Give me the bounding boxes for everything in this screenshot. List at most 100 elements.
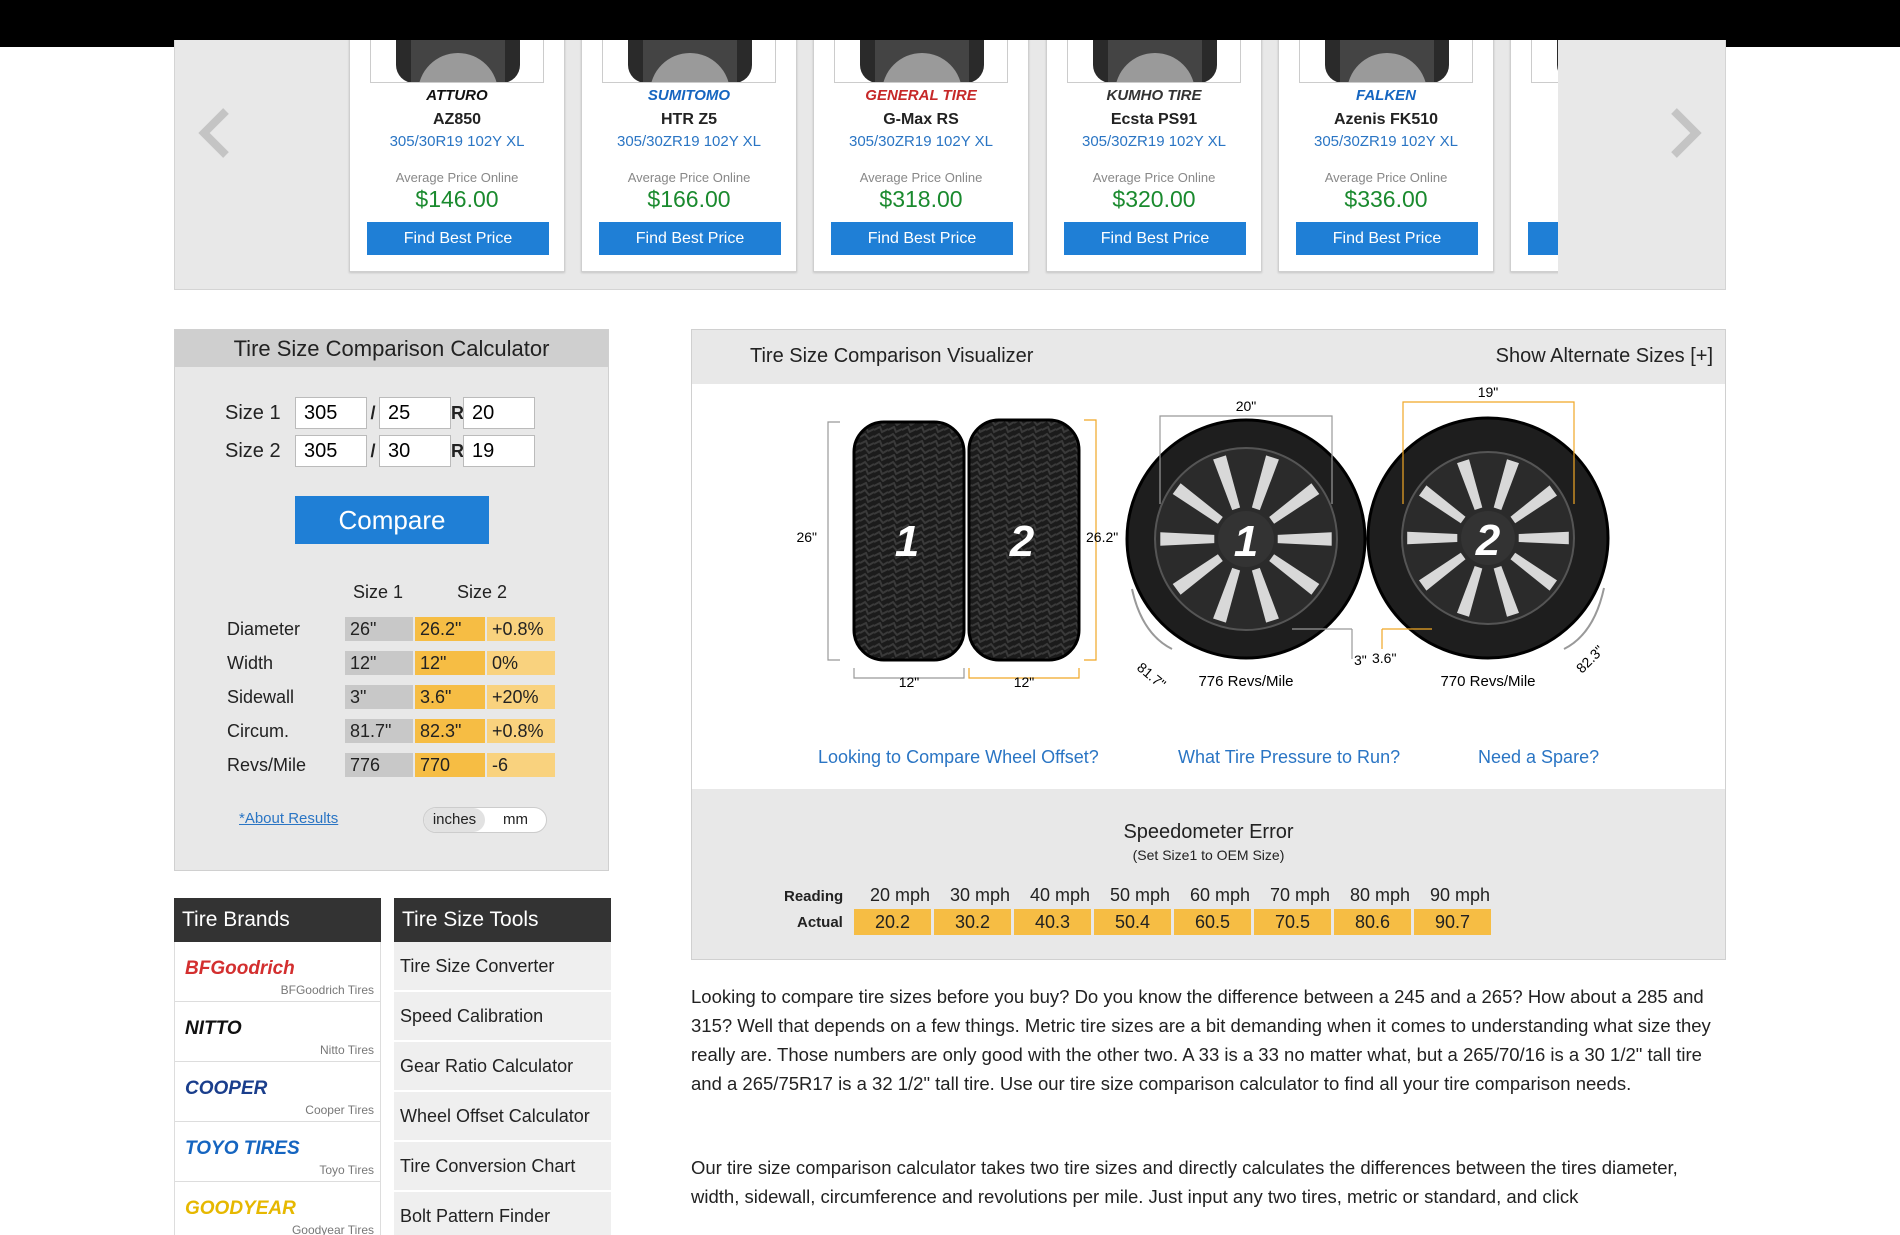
tire-diagram: 1 2 26" 26.2" 12" 12" 1 20" 81.7" 3" 776… — [796, 384, 1610, 692]
tire-visualizer: Tire Size Comparison Visualizer Show Alt… — [691, 329, 1726, 960]
size2-aspect-input[interactable] — [379, 435, 451, 467]
product-card[interactable]: KUMHO TIRE Ecsta PS91 305/30ZR19 102Y XL Av… — [1046, 40, 1262, 272]
tire-size-link[interactable]: 305/30ZR19 102Y XL — [1047, 133, 1261, 150]
carousel-next-button[interactable] — [1655, 98, 1715, 168]
size2-row: Size 2 / R — [225, 434, 535, 468]
size2-width-input[interactable] — [295, 435, 367, 467]
reading-label: Reading — [784, 888, 844, 905]
tire-size-link[interactable]: 305/30R19 102Y XL — [350, 133, 564, 150]
size1-rim-input[interactable] — [463, 397, 535, 429]
find-best-price-button[interactable]: Find Best Price — [1296, 222, 1478, 255]
brand-caption: Nitto Tires — [319, 1043, 374, 1057]
brand-caption: Toyo Tires — [319, 1163, 374, 1177]
tire-image — [1067, 40, 1241, 83]
size1-aspect-input[interactable] — [379, 397, 451, 429]
actual-label: Actual — [797, 914, 843, 931]
compare-button[interactable]: Compare — [295, 496, 489, 544]
tool-link[interactable]: Wheel Offset Calculator — [394, 1092, 611, 1142]
speed-actual: 90.7 — [1414, 909, 1491, 935]
avg-price-label: Average Price Online — [395, 170, 519, 185]
tire2-side-view: 2 — [967, 418, 1081, 662]
tool-link[interactable]: Gear Ratio Calculator — [394, 1042, 611, 1092]
tire-pressure-link[interactable]: What Tire Pressure to Run? — [1178, 747, 1400, 768]
tire-model: AZ850 — [432, 111, 482, 128]
brand-logo: SUMITOMO — [647, 87, 731, 104]
tire-brands-panel: Tire Brands BFGoodrich BFGoodrich Tires NI… — [174, 898, 381, 1235]
about-results-link[interactable]: *About Results — [239, 810, 338, 827]
unit-mm-option[interactable]: mm — [485, 808, 546, 832]
tool-link[interactable]: Speed Calibration — [394, 992, 611, 1042]
spare-tire-link[interactable]: Need a Spare? — [1478, 747, 1599, 768]
product-card[interactable]: ATTURO AZ850 305/30R19 102Y XL Average Pric… — [349, 40, 565, 272]
carousel-prev-button[interactable] — [185, 98, 245, 168]
wheel-offset-link[interactable]: Looking to Compare Wheel Offset? — [818, 747, 1099, 768]
find-best-price-button[interactable]: Find Best Price — [367, 222, 549, 255]
tire-image — [370, 40, 544, 83]
size2-rim-input[interactable] — [463, 435, 535, 467]
tool-link[interactable]: Bolt Pattern Finder — [394, 1192, 611, 1235]
slash-separator: / — [370, 402, 376, 423]
result-row: Sidewall 3" 3.6" +20% — [227, 684, 555, 710]
tire1-front-view: 1 — [1125, 418, 1367, 660]
brand-logo: BFGoodrich — [185, 958, 295, 979]
revs2-label: 770 Revs/Mile — [1440, 673, 1535, 690]
speedometer-title: Speedometer Error — [1123, 821, 1294, 843]
tire-size-link[interactable]: 305/30ZR19 102Y XL — [582, 133, 796, 150]
tire-model: HTR Z5 — [661, 111, 717, 128]
speedometer-subtitle: (Set Size1 to OEM Size) — [1132, 847, 1285, 863]
product-card[interactable]: GENERAL TIRE G-Max RS 305/30ZR19 102Y XL Av… — [813, 40, 1029, 272]
avg-price-label: Average Price Online — [1092, 170, 1216, 185]
size2-label: Size 2 — [225, 439, 281, 462]
result-row: Width 12" 12" 0% — [227, 650, 555, 676]
product-card[interactable]: FALKEN Azenis FK510 305/30ZR19 102Y XL Aver… — [1278, 40, 1494, 272]
brand-item[interactable]: GOODYEAR Goodyear Tires — [174, 1182, 381, 1235]
tool-link[interactable]: Tire Size Converter — [394, 942, 611, 992]
size1-width-input[interactable] — [295, 397, 367, 429]
difference-value: 0% — [487, 651, 555, 675]
brand-caption: BFGoodrich Tires — [280, 983, 374, 997]
find-best-price-button[interactable]: Find Best Price — [831, 222, 1013, 255]
size1-value: 26" — [345, 617, 413, 641]
tire-size-link[interactable]: 305/30ZR19 102Y XL — [1279, 133, 1493, 150]
tool-link[interactable]: Tire Conversion Chart — [394, 1142, 611, 1192]
find-best-price-button[interactable]: Find Best Price — [599, 222, 781, 255]
revs1-label: 776 Revs/Mile — [1198, 673, 1293, 690]
tire-size-link[interactable]: 305/30ZR19 102Y XL — [814, 133, 1028, 150]
size1-value: 3" — [345, 685, 413, 709]
tire2-width-label: 12" — [1014, 674, 1035, 690]
size1-label: Size 1 — [225, 401, 281, 424]
difference-value: +20% — [487, 685, 555, 709]
chevron-left-icon — [198, 108, 229, 158]
brand-logo: GENERAL TIRE — [865, 87, 977, 104]
result-label: Diameter — [227, 618, 301, 639]
visualizer-title: Tire Size Comparison Visualizer — [750, 345, 1034, 367]
product-card[interactable]: SUMITOMO HTR Z5 305/30ZR19 102Y XL Average … — [581, 40, 797, 272]
circ1-label: 81.7" — [1134, 659, 1169, 692]
brand-item[interactable]: COOPER Cooper Tires — [174, 1062, 381, 1122]
product-carousel: ATTURO AZ850 305/30R19 102Y XL Average Pric… — [174, 40, 1726, 290]
speedometer-error: Speedometer Error (Set Size1 to OEM Size… — [692, 789, 1725, 960]
brand-item[interactable]: TOYO TIRES Toyo Tires — [174, 1122, 381, 1182]
brand-caption: Cooper Tires — [305, 1103, 374, 1117]
result-label: Circum. — [227, 720, 289, 741]
find-best-price-button[interactable]: Find Best Price — [1064, 222, 1246, 255]
speed-actual: 70.5 — [1254, 909, 1331, 935]
speed-actual: 60.5 — [1174, 909, 1251, 935]
brand-item[interactable]: NITTO Nitto Tires — [174, 1002, 381, 1062]
result-label: Revs/Mile — [227, 754, 307, 775]
size1-value: 81.7" — [345, 719, 413, 743]
tire1-width-label: 12" — [899, 674, 920, 690]
size1-value: 12" — [345, 651, 413, 675]
unit-inches-option[interactable]: inches — [424, 808, 485, 832]
visualizer-stage: 1 2 26" 26.2" 12" 12" 1 20" 81.7" 3" 776… — [692, 384, 1725, 789]
avg-price-label: Average Price Online — [1324, 170, 1448, 185]
rim2-label: 19" — [1478, 384, 1499, 400]
rim2-bracket — [1402, 401, 1575, 408]
size2-value: 3.6" — [415, 685, 485, 709]
brand-item[interactable]: BFGoodrich BFGoodrich Tires — [174, 942, 381, 1002]
brand-logo: ATTURO — [426, 87, 488, 104]
size2-value: 12" — [415, 651, 485, 675]
article-paragraph-2: Our tire size comparison calculator take… — [691, 1157, 1678, 1207]
show-alternate-sizes-toggle[interactable]: Show Alternate Sizes [+] — [1496, 345, 1713, 368]
speed-actual: 50.4 — [1094, 909, 1171, 935]
